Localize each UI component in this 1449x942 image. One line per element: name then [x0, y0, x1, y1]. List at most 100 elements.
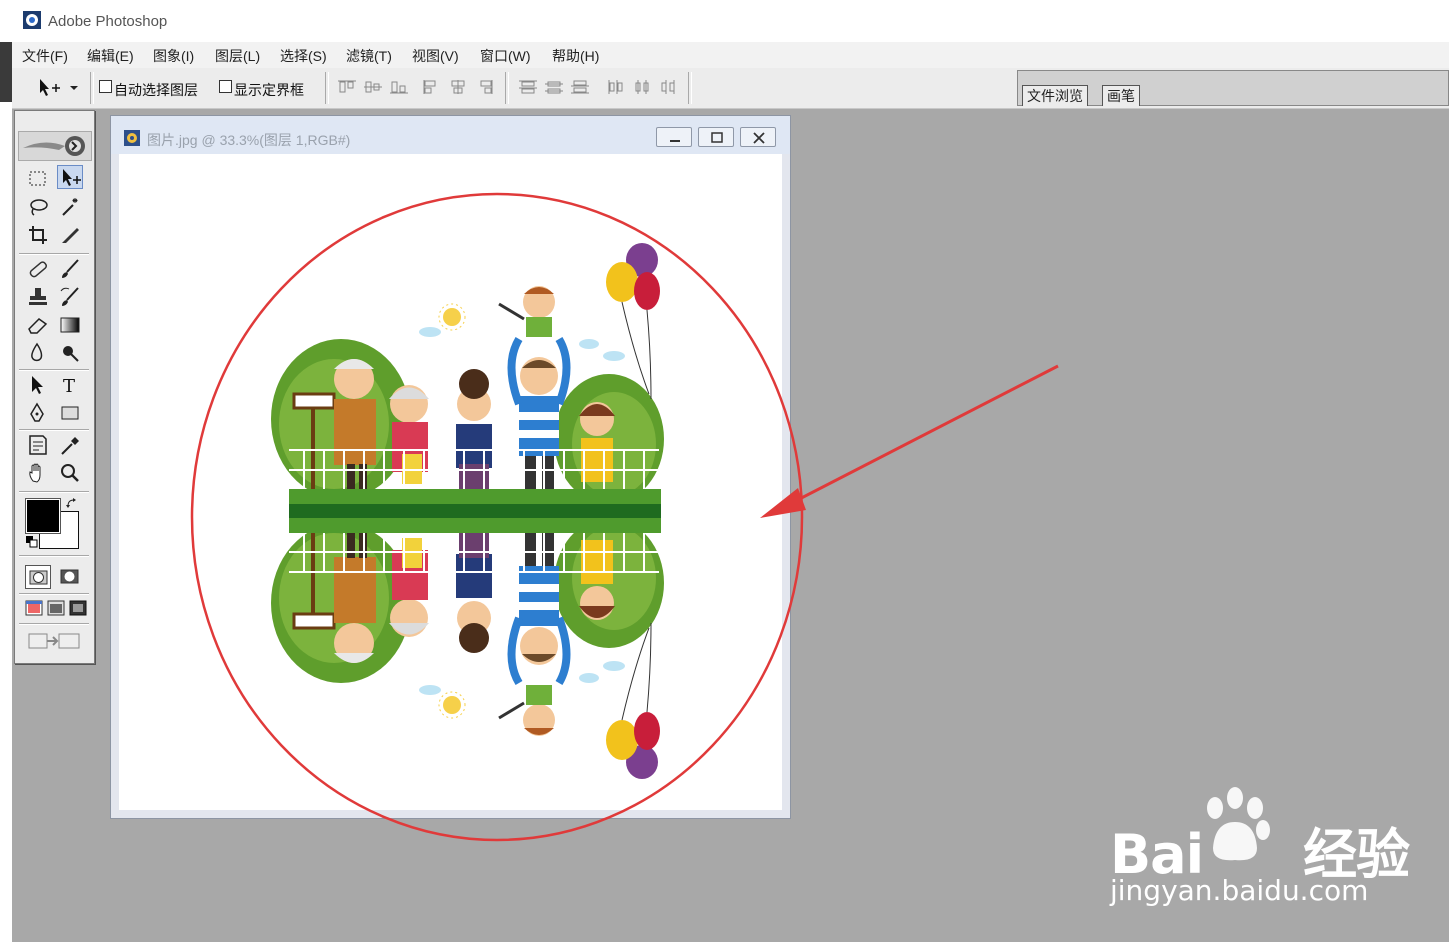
auto-select-layer-checkbox[interactable]: [99, 80, 112, 93]
tool-preset-picker[interactable]: [34, 76, 84, 100]
menu-file[interactable]: 文件(F): [22, 46, 68, 66]
toolbox-header[interactable]: [18, 131, 92, 161]
full-screen-menu-mode-icon[interactable]: [47, 599, 65, 617]
separator: [505, 72, 509, 104]
marquee-tool[interactable]: [25, 167, 51, 191]
clone-stamp-tool[interactable]: [25, 285, 51, 309]
distribute-bottom-icon[interactable]: [570, 79, 590, 95]
distribute-right-icon[interactable]: [658, 79, 678, 95]
eyedropper-tool[interactable]: [57, 433, 83, 457]
align-vertical-center-icon[interactable]: [363, 79, 383, 95]
align-left-icon[interactable]: [422, 79, 442, 95]
blur-tool[interactable]: [25, 341, 51, 365]
menu-window[interactable]: 窗口(W): [480, 46, 531, 66]
shape-tool[interactable]: [57, 401, 83, 425]
minimize-button[interactable]: [656, 127, 692, 147]
gradient-icon: [60, 317, 80, 333]
document-title: 图片.jpg @ 33.3%(图层 1,RGB#): [147, 132, 351, 148]
eraser-tool[interactable]: [25, 313, 51, 337]
notes-tool[interactable]: [25, 433, 51, 457]
tab-file-browser[interactable]: 文件浏览: [1022, 85, 1088, 106]
photoshop-app-icon: [22, 10, 42, 30]
palette-well: 文件浏览 画笔: [1017, 70, 1449, 106]
menu-select[interactable]: 选择(S): [280, 46, 327, 66]
eyedropper-icon: [61, 437, 79, 455]
annotation-arrow-shaft: [781, 364, 1059, 510]
close-icon: [753, 132, 765, 144]
separator: [19, 491, 89, 493]
menu-view[interactable]: 视图(V): [412, 46, 459, 66]
stamp-icon: [29, 288, 47, 305]
magic-wand-icon: [62, 198, 78, 216]
dodge-tool[interactable]: [57, 341, 83, 365]
standard-screen-mode-icon[interactable]: [25, 599, 43, 617]
pen-tool[interactable]: [25, 401, 51, 425]
menu-image[interactable]: 图象(I): [153, 46, 194, 66]
rectangle-shape-icon: [61, 406, 79, 420]
distribute-top-icon[interactable]: [518, 79, 538, 95]
separator: [19, 623, 89, 625]
close-button[interactable]: [740, 127, 776, 147]
watermark-url: jingyan.baidu.com: [1110, 874, 1369, 907]
align-horizontal-center-icon[interactable]: [448, 79, 468, 95]
separator: [19, 253, 89, 255]
slice-knife-icon: [62, 228, 79, 243]
eraser-icon: [28, 318, 48, 334]
move-tool-icon: [40, 79, 78, 96]
family-illustration: [119, 154, 782, 810]
history-brush-icon: [60, 287, 79, 306]
zoom-tool[interactable]: [57, 461, 83, 485]
align-right-icon[interactable]: [474, 79, 494, 95]
app-title-bar: Adobe Photoshop: [0, 0, 1449, 42]
note-icon: [29, 435, 47, 455]
show-bounding-box-checkbox[interactable]: [219, 80, 232, 93]
hand-tool[interactable]: [25, 461, 51, 485]
document-title-bar[interactable]: 图片.jpg @ 33.3%(图层 1,RGB#): [111, 116, 790, 154]
distribute-left-icon[interactable]: [606, 79, 626, 95]
jump-to-imageready-icon[interactable]: [27, 629, 83, 653]
move-tool[interactable]: [57, 165, 83, 189]
distribute-horizontal-center-icon[interactable]: [632, 79, 652, 95]
quick-mask-mode-button[interactable]: [57, 565, 83, 589]
gradient-tool[interactable]: [57, 313, 83, 337]
document-icon: [123, 129, 141, 147]
move-icon: [63, 169, 81, 186]
align-top-icon[interactable]: [337, 79, 357, 95]
hand-icon: [29, 463, 41, 483]
crop-tool[interactable]: [25, 223, 51, 247]
image-canvas[interactable]: [119, 154, 782, 810]
menu-filter[interactable]: 滤镜(T): [346, 46, 392, 66]
menu-help[interactable]: 帮助(H): [552, 46, 599, 66]
separator: [90, 72, 94, 104]
brush-icon: [62, 259, 79, 278]
pen-nib-icon: [30, 402, 44, 422]
foreground-color-swatch[interactable]: [25, 498, 61, 534]
history-brush-tool[interactable]: [57, 285, 83, 309]
type-t-icon: T: [63, 376, 75, 397]
slice-tool[interactable]: [57, 223, 83, 247]
separator: [325, 72, 329, 104]
rectangular-marquee-icon: [29, 171, 46, 186]
default-colors-icon[interactable]: [25, 535, 39, 549]
tab-brushes[interactable]: 画笔: [1102, 85, 1140, 106]
lasso-tool[interactable]: [25, 195, 51, 219]
menu-layer[interactable]: 图层(L): [215, 46, 260, 66]
full-screen-mode-icon[interactable]: [69, 599, 87, 617]
separator: [19, 593, 89, 595]
brush-tool[interactable]: [57, 257, 83, 281]
crop-icon: [29, 226, 47, 244]
path-selection-tool[interactable]: [25, 373, 51, 397]
document-window: 图片.jpg @ 33.3%(图层 1,RGB#): [110, 115, 791, 819]
swap-colors-icon[interactable]: [65, 497, 79, 511]
adobe-feather-icon: [23, 136, 85, 156]
standard-mode-button[interactable]: [25, 565, 51, 589]
align-bottom-icon[interactable]: [389, 79, 409, 95]
menu-edit[interactable]: 编辑(E): [87, 46, 134, 66]
healing-brush-tool[interactable]: [25, 257, 51, 281]
distribute-vertical-center-icon[interactable]: [544, 79, 564, 95]
magic-wand-tool[interactable]: [57, 195, 83, 219]
type-tool[interactable]: T: [57, 373, 83, 397]
separator: [688, 72, 692, 104]
maximize-button[interactable]: [698, 127, 734, 147]
toolbox: T: [14, 110, 95, 664]
